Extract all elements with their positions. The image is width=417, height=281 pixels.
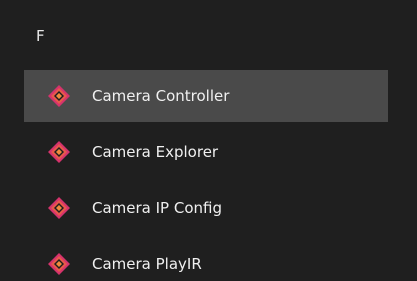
start-menu-app-list: F Camera Controller Camera Explorer Came… (0, 0, 417, 281)
app-item-label: Camera Controller (92, 87, 230, 105)
app-item-camera-explorer[interactable]: Camera Explorer (24, 126, 388, 178)
camera-app-icon (46, 195, 72, 221)
group-header-letter[interactable]: F (36, 24, 76, 48)
app-item-camera-playir[interactable]: Camera PlayIR (24, 238, 388, 281)
app-item-label: Camera Explorer (92, 143, 219, 161)
app-item-label: Camera IP Config (92, 199, 222, 217)
camera-app-icon (46, 139, 72, 165)
camera-app-icon (46, 251, 72, 277)
camera-app-icon (46, 83, 72, 109)
app-item-camera-controller[interactable]: Camera Controller (24, 70, 388, 122)
app-item-camera-ip-config[interactable]: Camera IP Config (24, 182, 388, 234)
app-item-label: Camera PlayIR (92, 255, 202, 273)
